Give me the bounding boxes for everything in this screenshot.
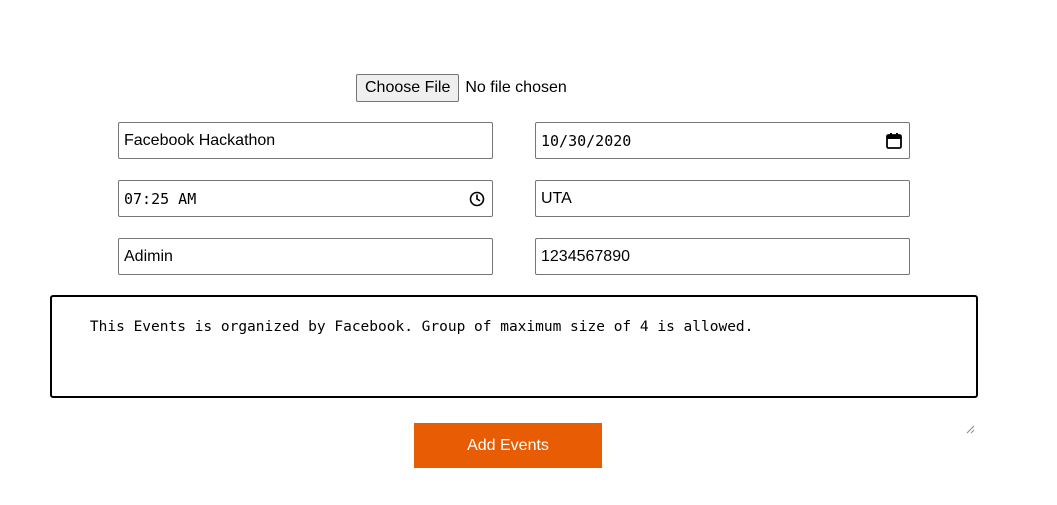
file-status-text: No file chosen xyxy=(465,79,567,96)
event-location-input[interactable]: UTA xyxy=(535,180,910,217)
add-events-button[interactable]: Add Events xyxy=(414,423,602,468)
file-upload-row: Choose File No file chosen xyxy=(356,74,567,102)
calendar-icon[interactable] xyxy=(884,131,904,151)
event-name-input[interactable]: Facebook Hackathon xyxy=(118,122,493,159)
phone-value: 1234567890 xyxy=(541,247,630,265)
event-date-input[interactable]: 10/30/2020 xyxy=(535,122,910,159)
choose-file-button[interactable]: Choose File xyxy=(356,74,460,102)
event-time-input[interactable]: 07:25 AM xyxy=(118,180,493,217)
event-name-value: Facebook Hackathon xyxy=(124,131,276,149)
phone-input[interactable]: 1234567890 xyxy=(535,238,910,275)
event-time-value: 07:25 AM xyxy=(124,189,197,208)
event-date-value: 10/30/2020 xyxy=(541,131,632,150)
add-event-page: Choose File No file chosen Facebook Hack… xyxy=(0,0,1057,505)
organizer-value: Adimin xyxy=(124,247,173,265)
organizer-input[interactable]: Adimin xyxy=(118,238,493,275)
event-location-value: UTA xyxy=(541,189,572,207)
clock-icon[interactable] xyxy=(467,189,487,209)
resize-grip-icon[interactable] xyxy=(965,385,975,434)
description-value: This Events is organized by Facebook. Gr… xyxy=(89,319,754,335)
description-textarea[interactable]: This Events is organized by Facebook. Gr… xyxy=(50,295,978,434)
